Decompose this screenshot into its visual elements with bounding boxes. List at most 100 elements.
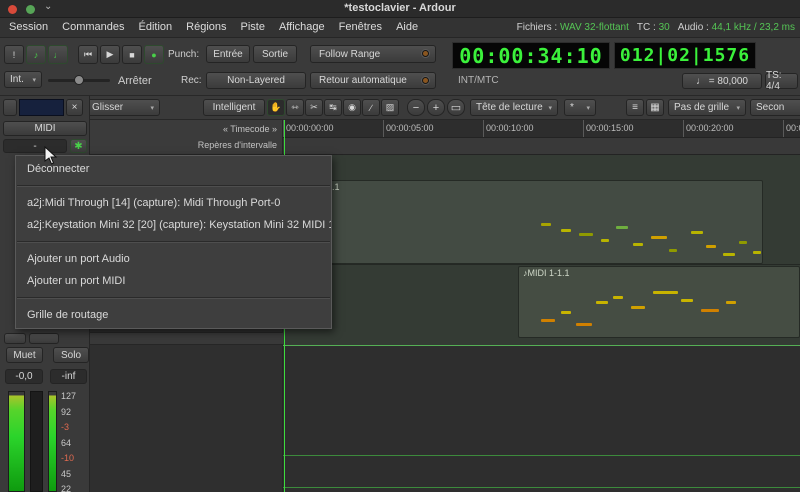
midi-note[interactable] <box>633 243 643 246</box>
punch-out-button[interactable]: Sortie <box>253 45 297 63</box>
track-name-field[interactable] <box>19 99 64 116</box>
layer-mode-button[interactable]: ≡ <box>626 99 644 116</box>
marker-combo[interactable]: * ▾ <box>564 99 596 116</box>
track-header-strip <box>90 332 283 345</box>
edit-point-combo[interactable]: Tête de lecture ▾ <box>470 99 558 116</box>
midi-note[interactable] <box>601 239 609 242</box>
grid-display-button[interactable]: ▦ <box>646 99 664 116</box>
midi-note[interactable] <box>561 311 571 314</box>
menubar-item-régions[interactable]: Régions <box>179 18 233 36</box>
strip-close-button[interactable]: × <box>66 99 83 116</box>
shuttle-slider[interactable] <box>48 79 110 82</box>
follow-range-button[interactable]: Follow Range <box>310 45 436 63</box>
automation-mini-button[interactable] <box>29 333 59 344</box>
clock-source-label[interactable]: INT/MTC <box>458 75 499 86</box>
tool-range-button[interactable]: ⇿ <box>286 99 304 116</box>
gain-display[interactable]: -0,0 <box>5 369 43 384</box>
menubar-item-aide[interactable]: Aide <box>389 18 425 36</box>
zoom-fit-button[interactable]: ▭ <box>447 99 465 116</box>
ruler-tick-label: 00:00:25:00 <box>786 123 800 133</box>
midi-note[interactable] <box>613 296 623 299</box>
menubar-item-piste[interactable]: Piste <box>234 18 272 36</box>
stop-button[interactable]: ■ <box>122 45 142 64</box>
timecode-ruler-label[interactable]: « Timecode » <box>223 124 277 134</box>
track-type-button[interactable]: MIDI <box>3 121 87 136</box>
tool-draw-button[interactable]: ∕ <box>362 99 380 116</box>
editor-canvas[interactable]: ♪MIDI 1-1.1 ♪MIDI 1-1.1 <box>283 155 800 492</box>
midi-note[interactable] <box>541 223 551 226</box>
sync-source-button[interactable]: Int. ▾ <box>4 71 42 88</box>
chevron-down-icon: ▾ <box>586 104 590 112</box>
context-menu-item[interactable]: Grille de routage <box>16 304 331 326</box>
midi-note[interactable] <box>681 299 693 302</box>
midi-region[interactable]: ♪MIDI 1-1.1 <box>518 266 800 338</box>
midi-note[interactable] <box>561 229 571 232</box>
midi-note[interactable] <box>706 245 716 248</box>
rec-mode-button[interactable]: Non-Layered <box>206 72 306 89</box>
peak-display[interactable]: -inf <box>50 369 87 384</box>
midi-note[interactable] <box>739 241 747 244</box>
midi-note[interactable] <box>653 291 678 294</box>
canvas-empty-area <box>283 346 800 492</box>
meter-scale: 12792-364-104522 <box>61 391 89 492</box>
menubar-item-session[interactable]: Session <box>2 18 55 36</box>
grid-mode-combo[interactable]: Pas de grille ▾ <box>668 99 746 116</box>
context-menu-item[interactable]: a2j:Midi Through [14] (capture): Midi Th… <box>16 192 331 214</box>
midi-note[interactable] <box>723 253 735 256</box>
tool-edit-button[interactable]: ▨ <box>381 99 399 116</box>
midi-note[interactable] <box>579 233 593 236</box>
punch-in-button[interactable]: Entrée <box>206 45 250 63</box>
midi-note[interactable] <box>691 231 703 234</box>
tool-audition-button[interactable]: ◉ <box>343 99 361 116</box>
time-signature-button[interactable]: TS: 4/4 <box>765 73 798 89</box>
midi-note[interactable] <box>576 323 592 326</box>
midi-input-connect-icon[interactable]: ✱ <box>70 139 87 153</box>
zoom-in-button[interactable]: + <box>427 99 445 116</box>
menubar-item-affichage[interactable]: Affichage <box>272 18 332 36</box>
smart-mode-button[interactable]: Intelligent <box>203 99 265 116</box>
punch-toggle-button[interactable]: ! <box>4 45 24 64</box>
strip-menu-button[interactable] <box>3 99 17 116</box>
shuttle-handle[interactable] <box>74 75 84 85</box>
automation-mini-button[interactable] <box>4 333 26 344</box>
midi-input-active-button[interactable]: ♩ <box>48 45 68 64</box>
interval-ruler-label[interactable]: Repères d'intervalle <box>198 140 277 150</box>
context-menu-item[interactable]: a2j:Keystation Mini 32 [20] (capture): K… <box>16 214 331 236</box>
midi-note[interactable] <box>701 309 719 312</box>
zoom-out-button[interactable]: − <box>407 99 425 116</box>
midi-note[interactable] <box>541 319 555 322</box>
mute-button[interactable]: Muet <box>6 347 43 363</box>
midi-region[interactable]: ♪MIDI 1-1.1 <box>284 180 763 264</box>
play-button[interactable]: ▶ <box>100 45 120 64</box>
secondary-clock[interactable]: 012|02|1576 <box>614 42 756 69</box>
context-menu-item[interactable]: Ajouter un port MIDI <box>16 270 331 292</box>
grid-unit-combo[interactable]: Secon ▾ <box>750 99 800 116</box>
goto-start-button[interactable]: ⏮ <box>78 45 98 64</box>
tempo-button[interactable]: ♩ = 80,000 <box>682 73 762 89</box>
midi-note[interactable] <box>669 249 677 252</box>
fader-slot[interactable] <box>30 391 43 492</box>
drag-mode-combo[interactable]: Glisser ▾ <box>86 99 160 116</box>
midi-note[interactable] <box>596 301 608 304</box>
context-menu-item[interactable]: Déconnecter <box>16 158 331 180</box>
record-button[interactable]: ● <box>144 45 164 64</box>
menubar-item-commandes[interactable]: Commandes <box>55 18 131 36</box>
midi-note[interactable] <box>753 251 761 254</box>
midi-panic-button[interactable]: ♪ <box>26 45 46 64</box>
midi-note[interactable] <box>616 226 628 229</box>
solo-button[interactable]: Solo <box>53 347 89 363</box>
menubar-item-édition[interactable]: Édition <box>132 18 180 36</box>
midi-note[interactable] <box>726 301 736 304</box>
primary-clock[interactable]: 00:00:34:10 <box>452 42 610 69</box>
midi-note[interactable] <box>631 306 645 309</box>
tool-grab-button[interactable]: ✋ <box>267 99 285 116</box>
tool-stretch-button[interactable]: ↹ <box>324 99 342 116</box>
tool-cut-button[interactable]: ✂ <box>305 99 323 116</box>
auto-return-button[interactable]: Retour automatique <box>310 72 436 89</box>
context-menu-item[interactable]: Ajouter un port Audio <box>16 248 331 270</box>
timecode-ruler[interactable]: 00:00:00:0000:00:05:0000:00:10:0000:00:1… <box>283 120 800 138</box>
status-value: 44,1 kHz / 23,2 ms <box>712 22 795 33</box>
midi-note[interactable] <box>651 236 667 239</box>
menubar-item-fenêtres[interactable]: Fenêtres <box>332 18 389 36</box>
interval-ruler[interactable] <box>283 138 800 155</box>
